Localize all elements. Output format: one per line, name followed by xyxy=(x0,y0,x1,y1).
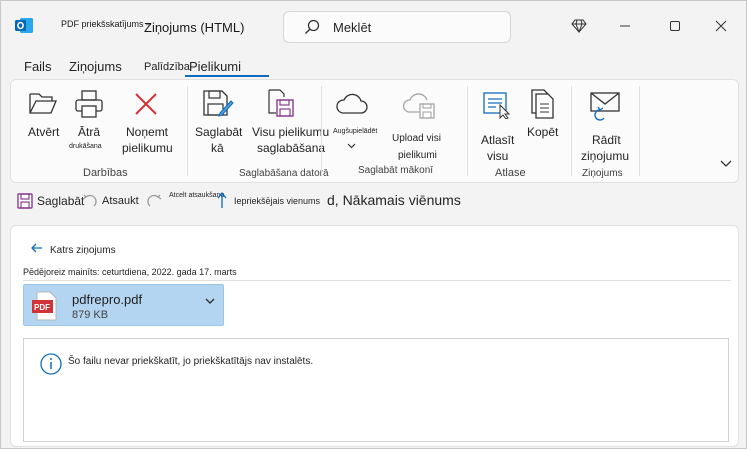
tab-attachments[interactable]: Pielikumi xyxy=(189,59,241,74)
undo-icon xyxy=(82,194,97,207)
chevron-down-icon xyxy=(347,143,356,149)
remove-x-icon xyxy=(135,93,157,115)
quick-access-toolbar: Saglabāt Atsaukt Atcelt atsaukšanu Iepri… xyxy=(10,187,739,215)
active-tab-indicator xyxy=(185,75,269,77)
envelope-icon xyxy=(590,92,620,121)
outlook-window: PDF priekšskatījums – Ziņojums (HTML) Me… xyxy=(0,0,747,449)
preview-pane: Šo failu nevar priekškatīt, jo priekškat… xyxy=(23,338,729,442)
preview-message: Šo failu nevar priekškatīt, jo priekškat… xyxy=(68,356,314,367)
upload-button[interactable]: Augšupielādēt xyxy=(327,88,377,158)
diamond-icon xyxy=(571,19,587,33)
outlook-icon xyxy=(15,18,33,33)
tab-help[interactable]: Palīdzība xyxy=(144,61,190,73)
ribbon-expand-chevron-icon[interactable] xyxy=(720,160,732,168)
group-label-save-pc: Saglabāšana datorā xyxy=(239,168,329,179)
message-content: Katrs ziņojums Pēdējoreiz mainīts: cetur… xyxy=(10,225,739,447)
select-all-button[interactable]: Atlasīt visu xyxy=(475,88,519,163)
window-title-prefix: PDF priekšskatījums – xyxy=(61,19,152,29)
minimize-button[interactable] xyxy=(612,13,638,39)
save-all-icon xyxy=(268,89,294,117)
window-title: Ziņojums (HTML) xyxy=(144,20,245,35)
ribbon-tabs: Fails Ziņojums Palīdzība Pielikumi xyxy=(1,53,746,79)
search-placeholder: Meklēt xyxy=(333,20,372,35)
divider xyxy=(23,280,731,281)
title-bar: PDF priekšskatījums – Ziņojums (HTML) Me… xyxy=(1,1,746,51)
pdf-badge: PDF xyxy=(34,303,50,312)
minimize-icon xyxy=(620,25,630,27)
search-icon xyxy=(305,19,320,34)
maximize-icon xyxy=(670,21,680,31)
arrow-up-icon xyxy=(217,191,227,208)
ribbon-separator xyxy=(187,86,188,176)
ribbon-separator xyxy=(467,86,468,176)
tab-message[interactable]: Ziņojums xyxy=(69,59,122,74)
close-button[interactable] xyxy=(708,13,734,39)
upload-all-attachments-button[interactable]: Upload visi pielikumi xyxy=(381,88,456,161)
close-icon xyxy=(715,20,727,32)
select-all-icon xyxy=(483,92,511,119)
attachment-size: 879 KB xyxy=(72,309,109,321)
attachment-name: pdfrepro.pdf xyxy=(72,292,143,307)
info-icon xyxy=(40,353,62,375)
premium-button[interactable] xyxy=(566,13,592,39)
cloud-save-icon xyxy=(402,93,435,119)
redo-icon xyxy=(147,194,162,207)
copy-button[interactable]: Kopēt xyxy=(523,88,561,144)
quick-print-button[interactable]: Ātrā drukāšana xyxy=(67,88,111,150)
copy-icon xyxy=(531,89,554,119)
ribbon: Atvērt Ātrā drukāšana Noņemt pielikumu D… xyxy=(10,79,739,183)
last-modified-text: Pēdējoreiz mainīts: ceturtdiena, 2022. g… xyxy=(23,267,237,277)
save-all-attachments-button[interactable]: Visu pielikumu saglabāšana xyxy=(246,88,329,158)
tab-file[interactable]: Fails xyxy=(24,59,51,74)
open-button[interactable]: Atvērt xyxy=(23,88,63,143)
group-label-save-cloud: Saglabāt mākonī xyxy=(358,165,434,176)
save-as-button[interactable]: Saglabāt kā xyxy=(194,88,244,158)
arrow-left-icon xyxy=(31,243,42,253)
ribbon-separator xyxy=(571,86,572,176)
ribbon-separator xyxy=(639,86,640,176)
chevron-down-icon[interactable] xyxy=(205,298,215,305)
group-label-messages: Ziņojums xyxy=(582,168,623,179)
printer-icon xyxy=(75,90,103,118)
save-as-icon xyxy=(203,90,234,117)
maximize-button[interactable] xyxy=(662,13,688,39)
show-message-button[interactable]: Rādīt ziņojumu xyxy=(577,88,633,163)
group-label-actions: Darbības xyxy=(83,167,128,179)
group-label-select: Atlase xyxy=(495,167,526,179)
attachment-card[interactable]: PDF pdfrepro.pdf 879 KB xyxy=(23,284,224,326)
search-box[interactable]: Meklēt xyxy=(283,11,511,43)
save-icon xyxy=(17,193,33,209)
ribbon-separator xyxy=(321,86,322,176)
remove-attachment-button[interactable]: Noņemt pielikumu xyxy=(119,88,175,158)
folder-open-icon xyxy=(29,93,57,114)
cloud-icon xyxy=(336,93,368,114)
